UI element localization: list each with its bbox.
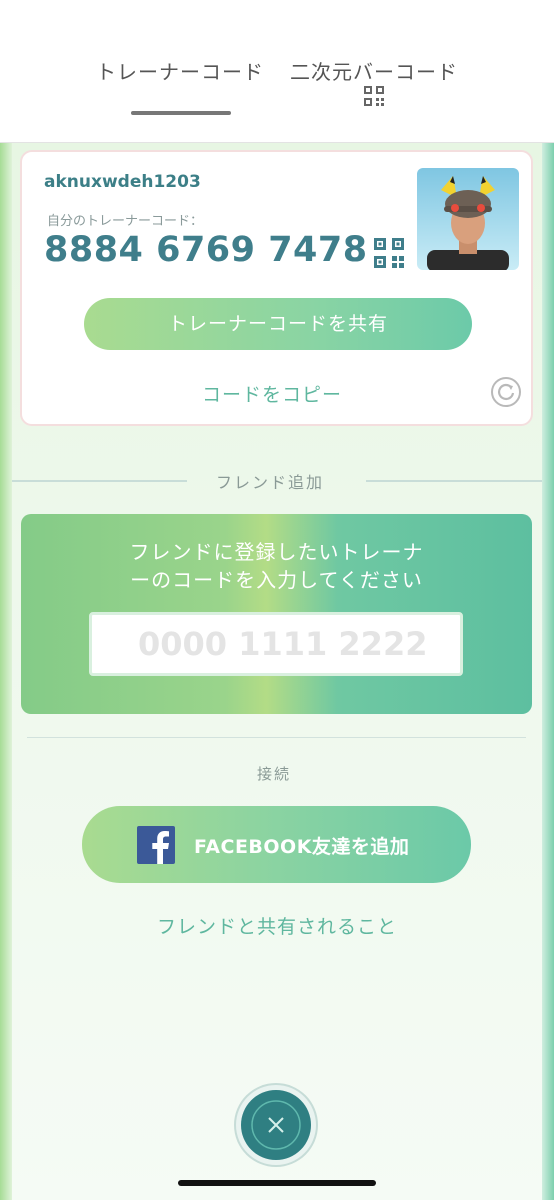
tab-qr-code[interactable]: 二次元バーコード — [290, 56, 458, 85]
copy-code-link[interactable]: コードをコピー — [202, 380, 342, 407]
active-tab-indicator — [131, 111, 231, 115]
close-button[interactable] — [241, 1090, 311, 1160]
trainer-username: aknuxwdeh1203 — [44, 172, 201, 192]
connect-label: 接続 — [257, 765, 292, 783]
home-indicator — [178, 1180, 376, 1186]
divider-right — [366, 480, 542, 482]
friend-add-panel: フレンドに登録したいトレーナ ーのコードを入力してください — [21, 514, 532, 714]
qr-code-icon[interactable] — [374, 238, 404, 268]
trainer-code-label: 自分のトレーナーコード： — [47, 214, 204, 229]
divider-left — [12, 480, 187, 482]
trainer-avatar — [417, 168, 519, 270]
add-facebook-friends-button[interactable]: FACEBOOK友達を追加 — [82, 806, 471, 883]
friend-code-input[interactable] — [89, 612, 463, 676]
trainer-code-value: 8884 6769 7478 — [44, 230, 368, 270]
friend-add-label: フレンド追加 — [216, 473, 325, 492]
facebook-icon — [137, 826, 175, 864]
share-trainer-code-button[interactable]: トレーナーコードを共有 — [84, 298, 472, 350]
connect-divider — [27, 737, 526, 738]
avatar-illustration — [427, 176, 509, 270]
refresh-icon[interactable] — [490, 376, 522, 408]
close-icon — [251, 1100, 301, 1150]
friend-add-instructions: フレンドに登録したいトレーナ ーのコードを入力してください — [129, 540, 424, 592]
shared-with-friends-link[interactable]: フレンドと共有されること — [0, 912, 554, 939]
qr-code-icon — [364, 86, 384, 106]
top-tab-bar: トレーナーコード 二次元バーコード — [0, 0, 554, 143]
tab-trainer-code[interactable]: トレーナーコード — [96, 56, 264, 85]
facebook-button-label: FACEBOOK友達を追加 — [194, 836, 410, 858]
trainer-code-card: aknuxwdeh1203 自分のトレーナーコード： 8884 6769 747… — [20, 150, 533, 426]
